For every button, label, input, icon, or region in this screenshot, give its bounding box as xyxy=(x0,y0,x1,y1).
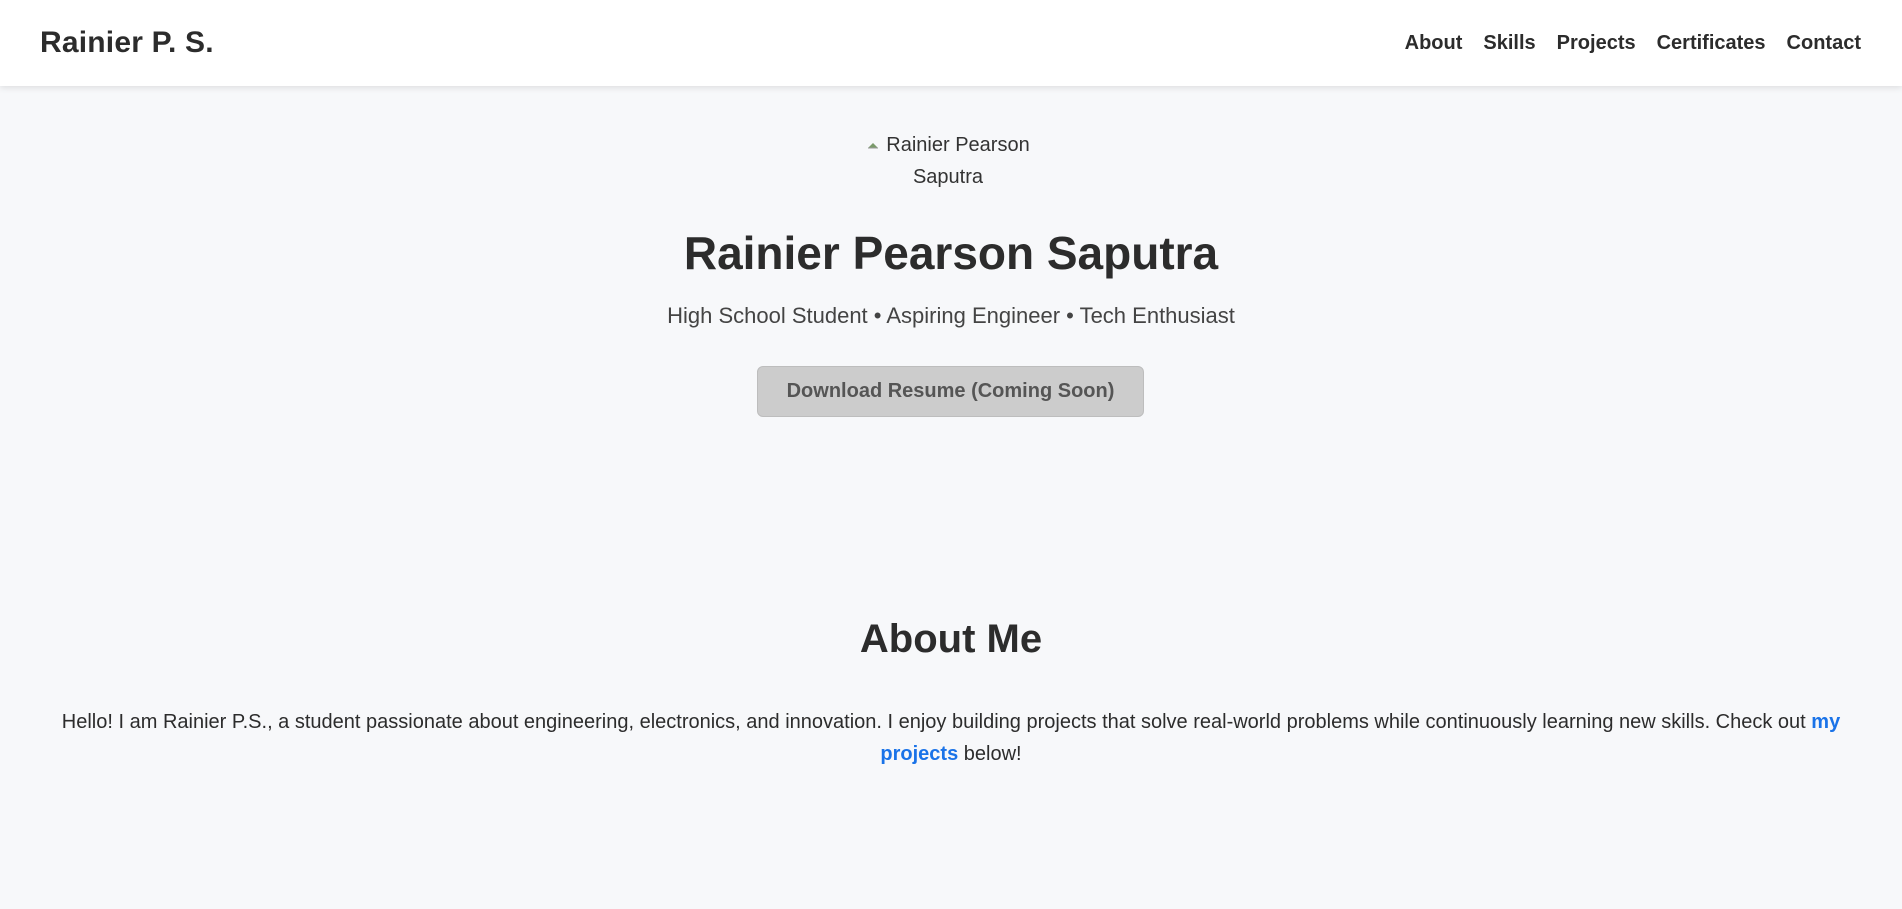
hero-tagline: High School Student • Aspiring Engineer … xyxy=(667,303,1235,328)
nav-link-skills[interactable]: Skills xyxy=(1483,32,1535,55)
nav-link-projects[interactable]: Projects xyxy=(1557,32,1636,55)
about-text: Hello! I am Rainier P.S., a student pass… xyxy=(51,706,1851,770)
about-section: About Me Hello! I am Rainier P.S., a stu… xyxy=(0,600,1902,770)
about-title: About Me xyxy=(859,617,1043,661)
download-resume-button[interactable]: Download Resume (Coming Soon) xyxy=(757,366,1144,417)
broken-image-icon xyxy=(868,142,879,149)
about-text-outro: below! xyxy=(958,743,1022,765)
profile-photo-alt-text: Rainier Pearson Saputra xyxy=(886,134,1030,188)
hero-name: Rainier Pearson Saputra xyxy=(683,227,1219,279)
nav-link-about[interactable]: About xyxy=(1405,32,1463,55)
brand-logo-link[interactable]: Rainier P. S. xyxy=(40,26,214,60)
profile-photo: Rainier Pearson Saputra xyxy=(864,129,1032,193)
nav-link-certificates[interactable]: Certificates xyxy=(1657,32,1766,55)
about-text-intro: Hello! I am Rainier P.S., a student pass… xyxy=(61,711,1812,733)
hero-section: Rainier Pearson Saputra Rainier Pearson … xyxy=(0,86,1902,546)
top-navbar: Rainier P. S. About Skills Projects Cert… xyxy=(0,0,1902,86)
nav-link-contact[interactable]: Contact xyxy=(1787,32,1861,55)
main-nav: About Skills Projects Certificates Conta… xyxy=(1405,32,1861,55)
